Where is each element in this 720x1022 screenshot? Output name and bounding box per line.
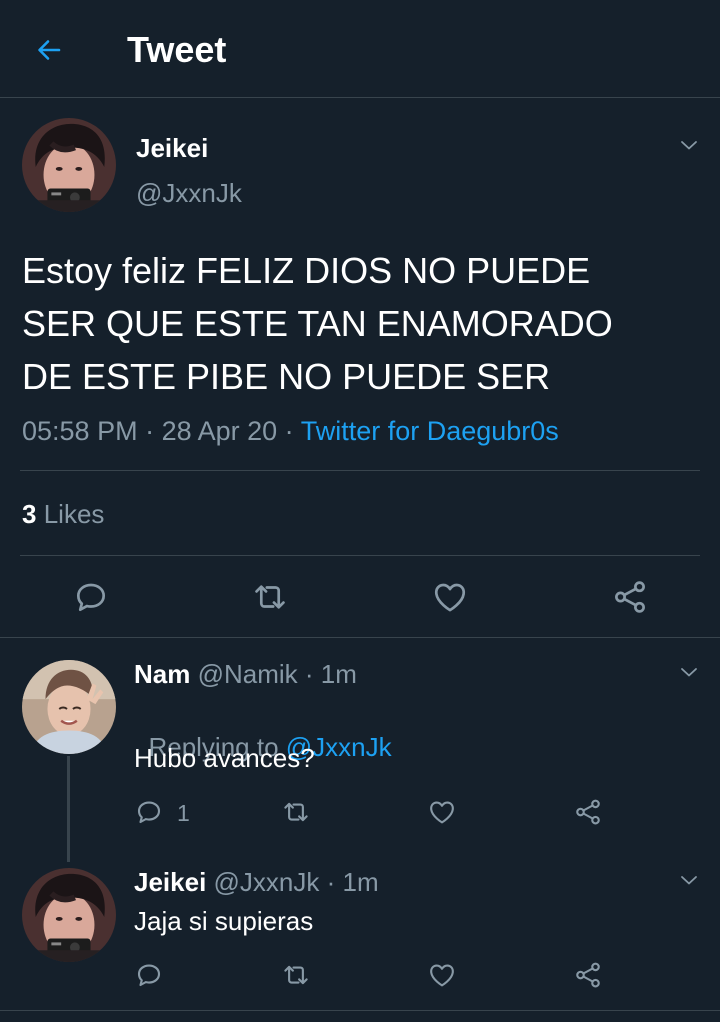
tweet-text-line: SER QUE ESTE TAN ENAMORADO [22,303,613,344]
reply-author-name[interactable]: Nam [134,659,190,689]
tweet-text: Estoy feliz FELIZ DIOS NO PUEDE SER QUE … [22,244,613,403]
back-arrow-icon[interactable] [33,34,65,66]
reply-icon[interactable] [134,797,164,827]
likes-stat[interactable]: 3 Likes [22,499,104,529]
share-icon[interactable] [573,960,603,990]
chevron-down-icon[interactable] [677,868,701,892]
meta-separator: · [297,659,321,689]
tweet-text-line: DE ESTE PIBE NO PUEDE SER [22,356,551,397]
share-icon[interactable] [573,797,603,827]
meta-separator: · [319,867,343,897]
tweet-time: 05:58 PM [22,416,138,446]
tweet-meta: 05:58 PM · 28 Apr 20 · Twitter for Daegu… [22,415,559,447]
tweet-date: 28 Apr 20 [161,416,278,446]
reply-icon[interactable] [134,960,164,990]
reply-time: 1m [320,659,357,689]
retweet-icon[interactable] [281,960,311,990]
likes-label: Likes [43,499,105,529]
reply-header: Jeikei @JxxnJk · 1m [134,867,379,897]
meta-separator: · [137,416,162,446]
meta-separator: · [277,416,301,446]
retweet-icon[interactable] [281,797,311,827]
actions-divider [0,637,720,638]
author-name[interactable]: Jeikei [136,133,208,163]
reply-avatar[interactable] [22,660,116,754]
heart-icon[interactable] [427,797,457,827]
tweet-source-link[interactable]: Twitter for Daegubr0s [301,416,559,446]
tweet-text-line: Estoy feliz FELIZ DIOS NO PUEDE [22,250,591,291]
reply-icon[interactable] [72,578,110,616]
reply-author-name[interactable]: Jeikei [134,867,206,897]
bottom-divider [0,1010,720,1011]
heart-icon[interactable] [427,960,457,990]
reply-text: Hubo avances? [134,743,315,773]
reply-avatar[interactable] [22,868,116,962]
chevron-down-icon[interactable] [677,660,701,684]
header-divider [0,97,720,98]
reply-header: Nam @Namik · 1m [134,659,357,689]
reply-author-handle[interactable]: @JxxnJk [214,867,320,897]
reply-time: 1m [342,867,379,897]
reply-count: 1 [177,800,190,826]
retweet-icon[interactable] [251,578,289,616]
chevron-down-icon[interactable] [677,133,701,157]
likes-count: 3 [22,499,37,529]
share-icon[interactable] [611,578,649,616]
thread-line [67,756,70,862]
page-title: Tweet [127,29,227,70]
reply-author-handle[interactable]: @Namik [198,659,298,689]
author-avatar[interactable] [22,118,116,212]
reply-text: Jaja si supieras [134,906,314,936]
stats-divider [20,555,700,556]
meta-divider [20,470,700,471]
heart-icon[interactable] [431,578,469,616]
author-handle[interactable]: @JxxnJk [136,178,242,208]
